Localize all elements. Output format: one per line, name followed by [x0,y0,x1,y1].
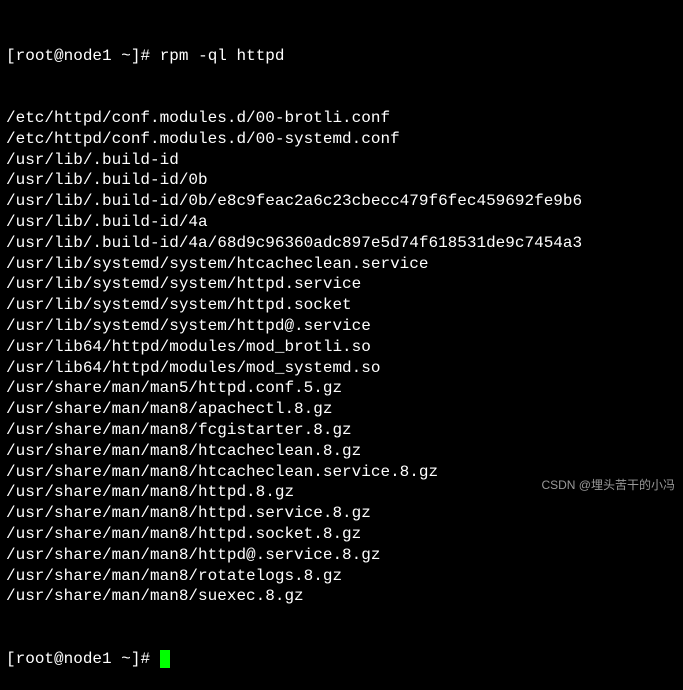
prompt-host: node1 [64,47,112,65]
output-line: /usr/lib/systemd/system/htcacheclean.ser… [6,254,677,275]
command-line: [root@node1 ~]# rpm -ql httpd [6,46,677,67]
prompt-path: ~ [121,650,131,668]
prompt-user: root [16,650,54,668]
output-line: /usr/share/man/man5/httpd.conf.5.gz [6,378,677,399]
prompt-path: ~ [121,47,131,65]
output-line: /usr/share/man/man8/apachectl.8.gz [6,399,677,420]
prompt-user: root [16,47,54,65]
output-line: /usr/lib/.build-id [6,150,677,171]
output-line: /etc/httpd/conf.modules.d/00-systemd.con… [6,129,677,150]
output-line: /usr/lib64/httpd/modules/mod_brotli.so [6,337,677,358]
output-line: /usr/share/man/man8/rotatelogs.8.gz [6,566,677,587]
output-line: /usr/lib/systemd/system/httpd.service [6,274,677,295]
output-line: /usr/lib/systemd/system/httpd.socket [6,295,677,316]
output-line: /usr/share/man/man8/suexec.8.gz [6,586,677,607]
output-line: /usr/share/man/man8/httpd@.service.8.gz [6,545,677,566]
prompt-symbol: # [140,47,150,65]
output-line: /usr/lib64/httpd/modules/mod_systemd.so [6,358,677,379]
output-line: /usr/lib/.build-id/4a/68d9c96360adc897e5… [6,233,677,254]
cursor[interactable] [160,650,170,668]
command-text: rpm -ql httpd [160,47,285,65]
output-line: /etc/httpd/conf.modules.d/00-brotli.conf [6,108,677,129]
terminal-window[interactable]: [root@node1 ~]# rpm -ql httpd /etc/httpd… [6,4,677,690]
prompt-host: node1 [64,650,112,668]
watermark: CSDN @埋头苦干的小冯 [541,478,675,494]
prompt-line: [root@node1 ~]# [6,649,677,670]
output-line: /usr/lib/.build-id/0b [6,170,677,191]
output-line: /usr/lib/.build-id/4a [6,212,677,233]
output-line: /usr/share/man/man8/htcacheclean.8.gz [6,441,677,462]
output-line: /usr/share/man/man8/fcgistarter.8.gz [6,420,677,441]
command-output: /etc/httpd/conf.modules.d/00-brotli.conf… [6,108,677,607]
output-line: /usr/lib/systemd/system/httpd@.service [6,316,677,337]
output-line: /usr/share/man/man8/httpd.service.8.gz [6,503,677,524]
output-line: /usr/lib/.build-id/0b/e8c9feac2a6c23cbec… [6,191,677,212]
prompt-symbol: # [140,650,150,668]
output-line: /usr/share/man/man8/httpd.socket.8.gz [6,524,677,545]
